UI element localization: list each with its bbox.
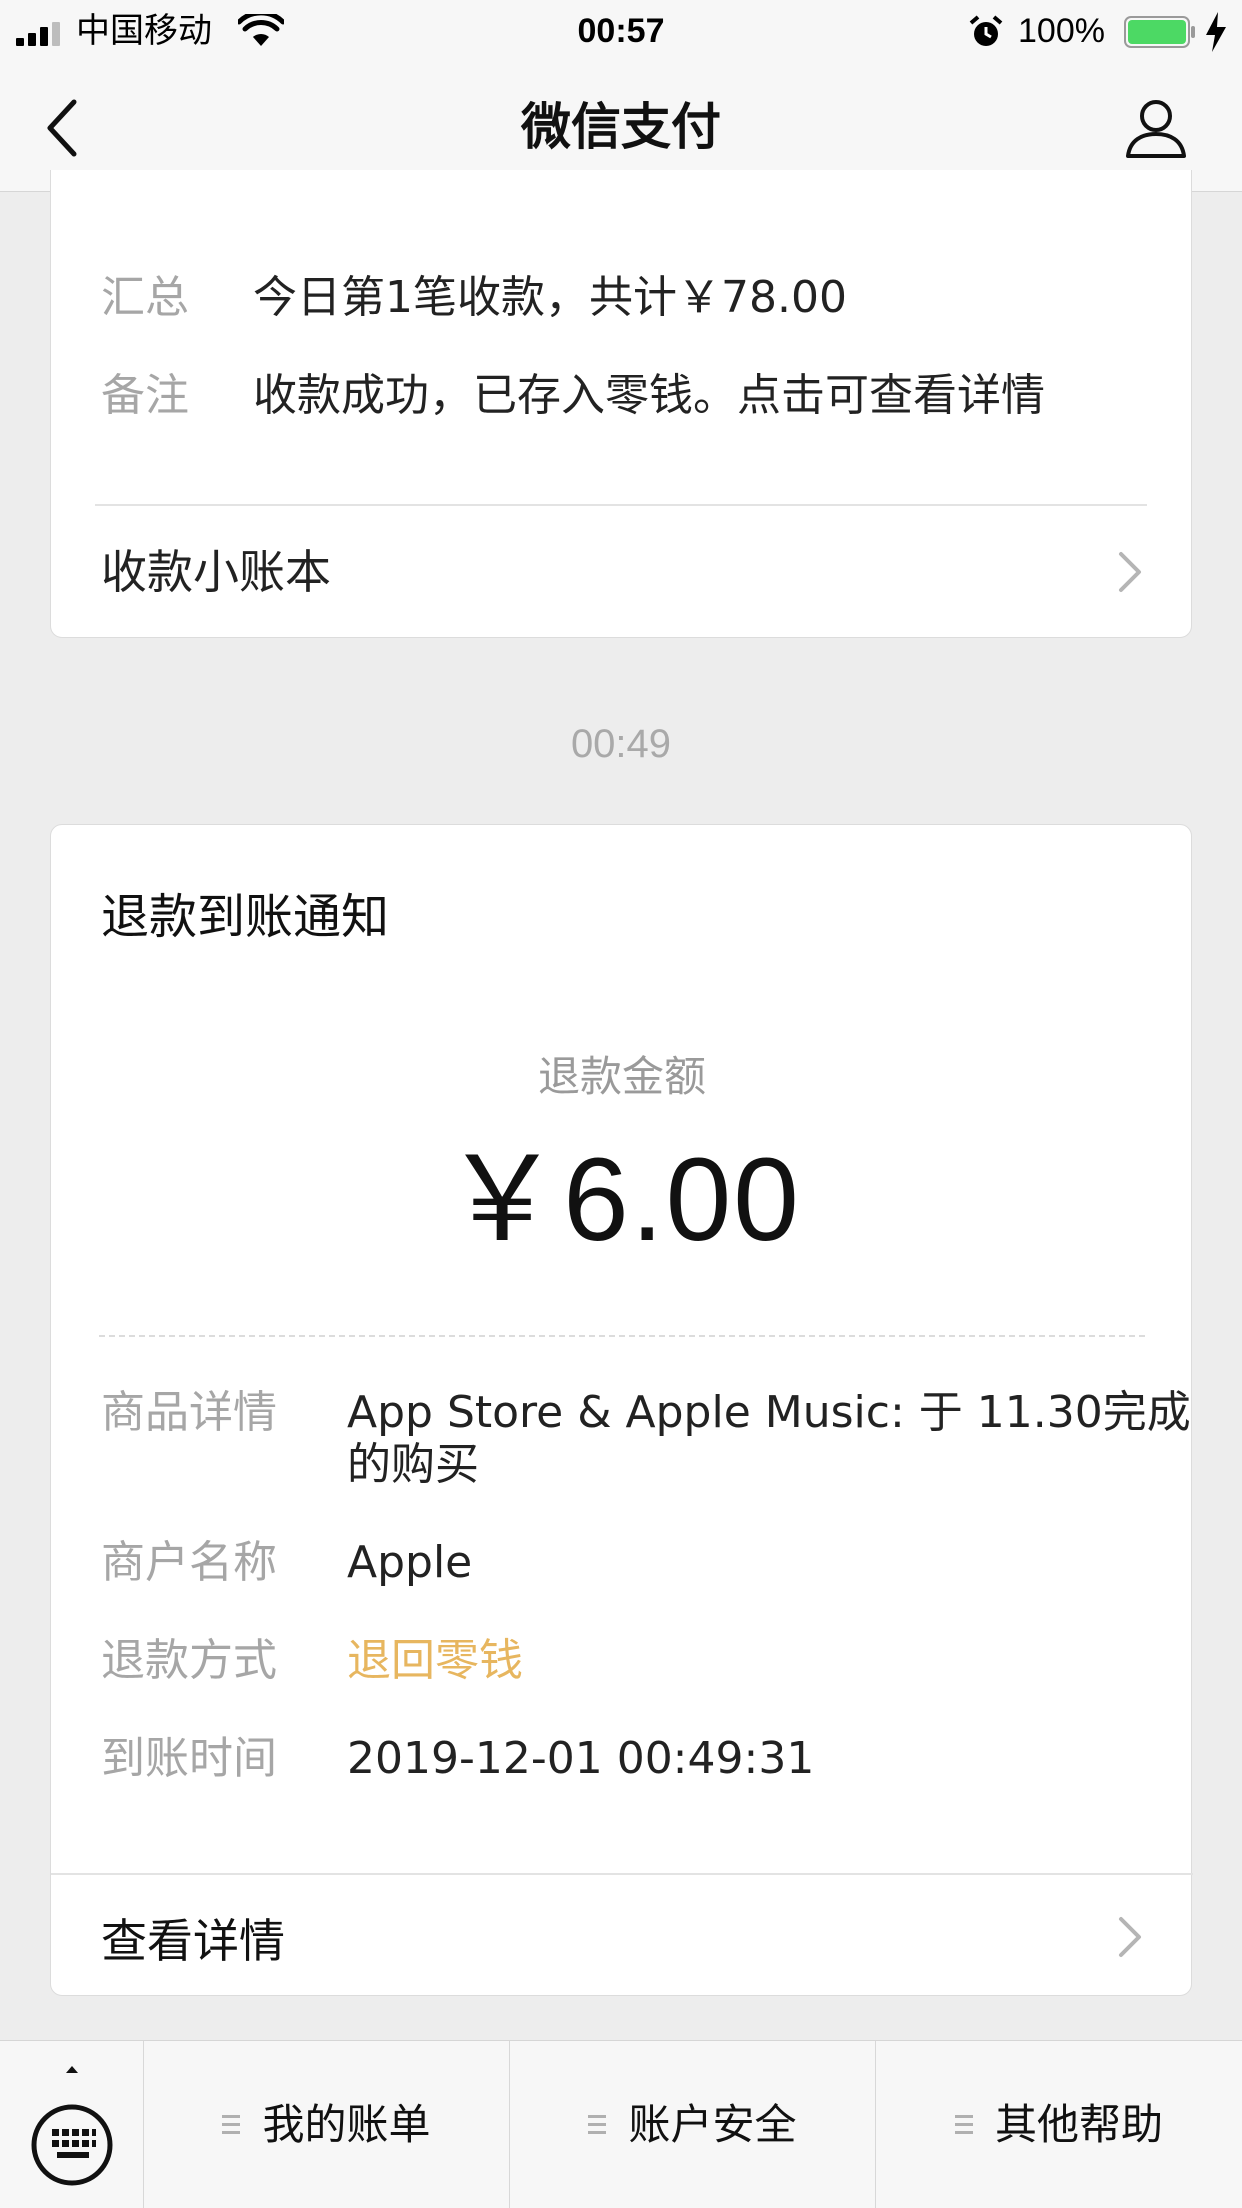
detail-value-product-line2: 的购买 (347, 1439, 479, 1490)
detail-label-refund-method: 退款方式 (101, 1635, 277, 1686)
refund-title: 退款到账通知 (101, 889, 390, 945)
divider (51, 1873, 1193, 1875)
keyboard-toggle-button[interactable] (0, 2041, 144, 2208)
menu-label: 其他帮助 (994, 2100, 1163, 2149)
refund-card[interactable]: 退款到账通知 退款金额 ￥6.00 商品详情 App Store & Apple… (50, 824, 1193, 1996)
note-label: 备注 (101, 370, 189, 421)
person-icon[interactable] (1124, 96, 1188, 160)
menu-lines-icon (222, 2114, 241, 2134)
keyboard-icon (31, 2066, 113, 2186)
detail-value-refund-method: 退回零钱 (347, 1635, 523, 1686)
screen: 中国移动 00:57 100% 微信支付 汇总 今日第1笔收款，共计￥78.00… (0, 0, 1242, 2208)
battery-percent: 100% (1018, 12, 1105, 50)
menu-label: 账户安全 (628, 2100, 797, 2149)
divider (95, 504, 1147, 506)
note-value: 收款成功，已存入零钱。点击可查看详情 (253, 370, 1045, 421)
summary-label: 汇总 (101, 272, 189, 323)
view-details-link[interactable]: 查看详情 (101, 1905, 285, 1971)
message-timestamp: 00:49 (570, 722, 672, 766)
menu-my-bills[interactable]: 我的账单 (144, 2041, 510, 2208)
alarm-icon (969, 15, 1003, 46)
chevron-right-icon (1119, 1917, 1141, 1957)
refund-amount: ￥6.00 (443, 1134, 801, 1266)
status-bar: 中国移动 00:57 100% (0, 0, 1242, 62)
amount-label: 退款金额 (537, 1052, 706, 1101)
menu-lines-icon (954, 2114, 973, 2134)
detail-value-merchant: Apple (347, 1537, 473, 1588)
charging-icon (1206, 12, 1226, 52)
menu-lines-icon (588, 2114, 607, 2134)
collection-card[interactable]: 汇总 今日第1笔收款，共计￥78.00 备注 收款成功，已存入零钱。点击可查看详… (50, 170, 1192, 638)
ledger-link[interactable]: 收款小账本 (101, 544, 331, 600)
detail-label-merchant: 商户名称 (101, 1537, 277, 1588)
detail-label-arrival-time: 到账时间 (101, 1733, 277, 1784)
detail-label-product: 商品详情 (101, 1387, 277, 1438)
detail-value-arrival-time: 2019-12-01 00:49:31 (347, 1733, 815, 1784)
bottom-toolbar: 我的账单 账户安全 其他帮助 (0, 2040, 1242, 2208)
menu-label: 我的账单 (262, 2100, 431, 2149)
summary-value: 今日第1笔收款，共计￥78.00 (253, 272, 847, 323)
detail-value-product-line1: App Store & Apple Music: 于 11.30完成 (347, 1387, 1191, 1438)
dashed-divider (99, 1335, 1145, 1337)
battery-icon (1124, 16, 1195, 48)
menu-other-help[interactable]: 其他帮助 (876, 2041, 1242, 2208)
chevron-right-icon (1119, 552, 1141, 592)
menu-account-security[interactable]: 账户安全 (510, 2041, 876, 2208)
chevron-left-icon[interactable] (40, 96, 84, 160)
